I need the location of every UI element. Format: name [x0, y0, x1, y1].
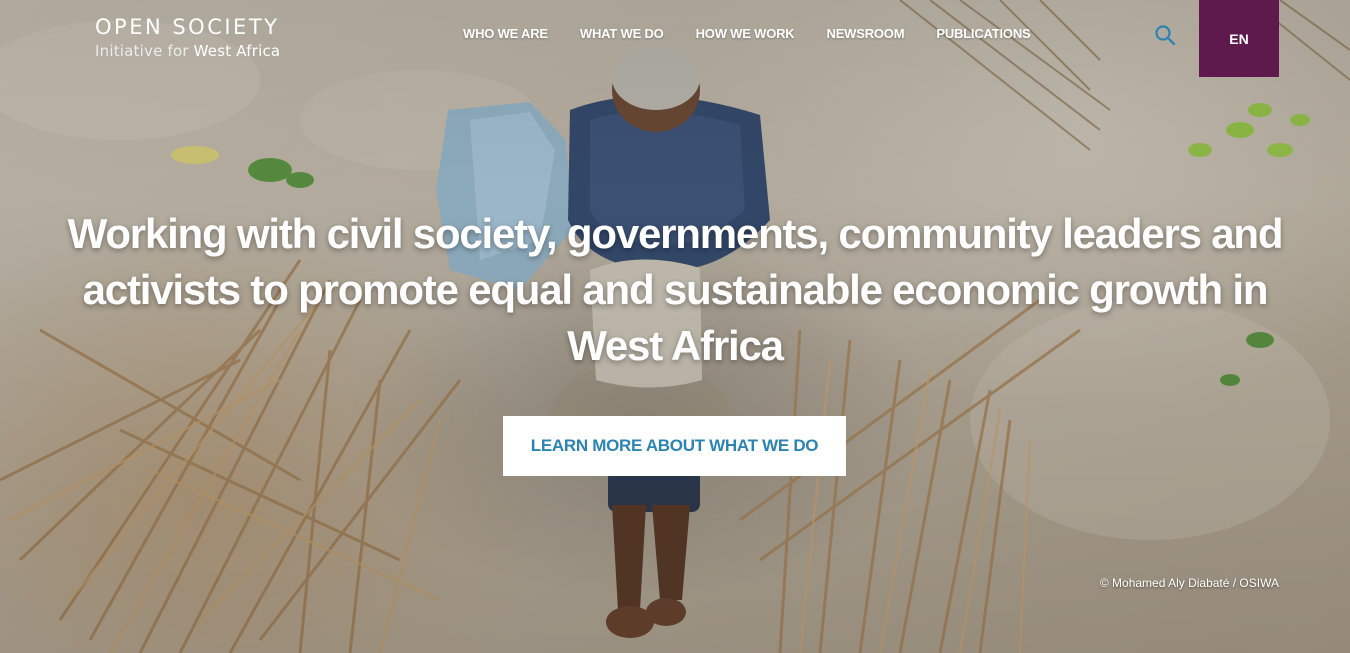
nav-item-newsroom[interactable]: NEWSROOM: [827, 26, 905, 41]
nav-item-how-we-work[interactable]: HOW WE WORK: [696, 26, 795, 41]
logo-title: OPEN SOCIETY: [95, 15, 280, 39]
site-logo[interactable]: OPEN SOCIETY Initiative for West Africa: [95, 14, 280, 61]
nav-item-what-we-do[interactable]: WHAT WE DO: [580, 26, 664, 41]
search-icon[interactable]: [1154, 24, 1176, 46]
nav-item-publications[interactable]: PUBLICATIONS: [936, 26, 1030, 41]
language-selector[interactable]: EN: [1199, 0, 1279, 77]
nav-item-who-we-are[interactable]: WHO WE ARE: [463, 26, 548, 41]
learn-more-button[interactable]: LEARN MORE ABOUT WHAT WE DO: [503, 416, 846, 476]
logo-subtitle-region: West Africa: [193, 42, 281, 60]
hero-headline: Working with civil society, governments,…: [67, 210, 1284, 369]
logo-subtitle-prefix: Initiative for: [95, 42, 194, 60]
main-nav: WHO WE ARE WHAT WE DO HOW WE WORK NEWSRO…: [463, 26, 1062, 41]
photo-credit: © Mohamed Aly Diabaté / OSIWA: [1099, 576, 1279, 590]
logo-subtitle: Initiative for West Africa: [95, 41, 280, 61]
